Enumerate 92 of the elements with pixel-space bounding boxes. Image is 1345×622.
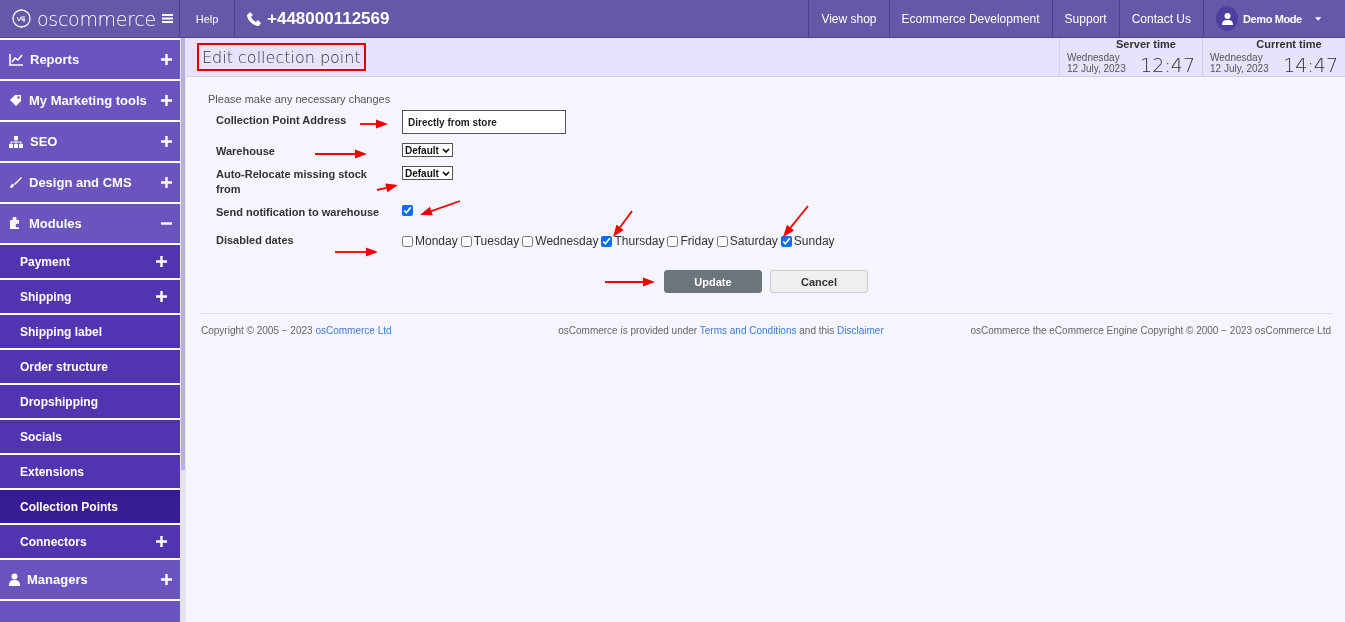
footer-link[interactable]: Disclaimer [837, 325, 884, 336]
update-button[interactable]: Update [664, 270, 762, 293]
clock-time: 12:47 [1139, 54, 1195, 76]
annotation-arrow [783, 205, 809, 237]
user-icon [9, 573, 20, 586]
footer-link[interactable]: osCommerce Ltd [315, 325, 392, 336]
day-label: Sunday [793, 234, 835, 248]
plus-icon[interactable] [161, 574, 172, 585]
day-checkbox[interactable] [667, 235, 679, 247]
plus-icon[interactable] [161, 177, 172, 188]
sidebar-subitem[interactable]: Collection Points [0, 490, 180, 523]
cancel-button[interactable]: Cancel [770, 270, 868, 293]
tag-icon [9, 94, 22, 107]
annotation-arrow [420, 200, 461, 216]
form-intro: Please make any necessary changes [208, 93, 392, 105]
scrollbar-thumb[interactable] [181, 38, 185, 470]
day-label: Thursday [614, 234, 665, 248]
day-checkbox[interactable] [522, 235, 534, 247]
sidebar-subitem[interactable]: Socials [0, 420, 180, 453]
sidebar-subitem[interactable]: Shipping label [0, 315, 180, 348]
annotation-arrow [613, 210, 633, 237]
caret-icon [1314, 16, 1321, 21]
footer-text: osCommerce the eCommerce Engine Copyright © 2000 − 2023 osCommerce Ltd [969, 324, 1331, 338]
plus-icon[interactable] [156, 256, 167, 267]
day-checkbox[interactable] [716, 235, 728, 247]
sidebar-item[interactable]: SEO [0, 122, 180, 161]
logo-icon [12, 9, 31, 28]
day-label: Tuesday [473, 234, 520, 248]
chart-icon [9, 53, 23, 66]
plus-icon[interactable] [161, 54, 172, 65]
footer-link[interactable]: Terms and Conditions [699, 325, 797, 336]
plus-icon[interactable] [161, 95, 172, 106]
field-label: Send notification to warehouse [216, 205, 380, 220]
field-label: Collection Point Address [216, 113, 347, 128]
annotation-arrow [376, 183, 398, 193]
sidebar-subitem[interactable]: Extensions [0, 455, 180, 488]
field-label: Auto-Relocate missing stock from [216, 167, 368, 197]
annotation-arrow [604, 277, 655, 287]
logo-text: oscommerce [37, 7, 156, 30]
page-title: Edit collection point [202, 47, 361, 67]
sitemap-icon [9, 135, 23, 148]
notification-checkbox[interactable] [402, 205, 413, 216]
annotation-arrow [334, 247, 378, 257]
annotation-arrow [314, 149, 367, 159]
sidebar-subitem[interactable]: Dropshipping [0, 385, 180, 418]
plus-icon[interactable] [156, 536, 167, 547]
nav-link[interactable]: Support [1051, 0, 1119, 37]
clock-label: Current time [1255, 38, 1323, 52]
chevron-icon [441, 147, 450, 153]
user-menu[interactable]: Demo Mode [1203, 0, 1345, 37]
clock-date: Wednesday 12 July, 2023 [1067, 52, 1127, 76]
day-checkbox[interactable] [402, 235, 413, 247]
dropdown-select[interactable]: Default [402, 143, 453, 157]
nav-link[interactable]: View shop [808, 0, 889, 37]
sidebar-item[interactable]: Modules [0, 204, 180, 243]
sidebar-subitem[interactable]: Payment [0, 245, 180, 278]
sidebar-item[interactable]: My Marketing tools [0, 81, 180, 120]
annotation-arrow [359, 119, 388, 129]
help-link[interactable]: Help [180, 0, 235, 37]
phone-number: +448000112569 [267, 8, 390, 29]
plus-icon[interactable] [156, 291, 167, 302]
plus-icon[interactable] [161, 136, 172, 147]
sidebar-item[interactable]: Design and CMS [0, 163, 180, 202]
sidebar-item[interactable]: Reports [0, 40, 180, 79]
sidebar-subitem[interactable]: Order structure [0, 350, 180, 383]
day-label: Friday [680, 234, 714, 248]
dropdown-select[interactable]: Default [402, 166, 453, 180]
footer-text: Copyright © 2005 − 2023 osCommerce Ltd [201, 325, 393, 338]
clock-time: 14:47 [1282, 54, 1338, 76]
nav-link[interactable]: Contact Us [1118, 0, 1203, 37]
sidebar-item[interactable]: Managers [0, 560, 180, 599]
field-label: Disabled dates [216, 233, 294, 248]
day-checkbox[interactable] [780, 235, 792, 247]
brush-icon [9, 176, 22, 189]
day-label: Saturday [729, 234, 778, 248]
phone-icon [247, 11, 261, 26]
field-label: Warehouse [216, 144, 275, 159]
footer-text: osCommerce is provided under Terms and Conditions and this Disclaimer [557, 325, 885, 338]
sidebar-subitem[interactable]: Shipping [0, 280, 180, 313]
menu-icon[interactable] [162, 14, 173, 23]
clock-date: Wednesday 12 July, 2023 [1210, 52, 1270, 76]
day-checkbox[interactable] [601, 235, 613, 247]
chevron-icon [441, 170, 450, 176]
day-label: Wednesday [535, 234, 599, 248]
nav-link[interactable]: Ecommerce Development [888, 0, 1052, 37]
clock-label: Server time [1115, 38, 1177, 52]
address-input[interactable]: Directly from store [402, 110, 566, 134]
puzzle-icon [9, 217, 22, 230]
sidebar-subitem[interactable]: Connectors [0, 525, 180, 558]
day-checkbox[interactable] [460, 235, 472, 247]
day-label: Monday [415, 234, 458, 248]
user-avatar-icon [1221, 12, 1233, 25]
